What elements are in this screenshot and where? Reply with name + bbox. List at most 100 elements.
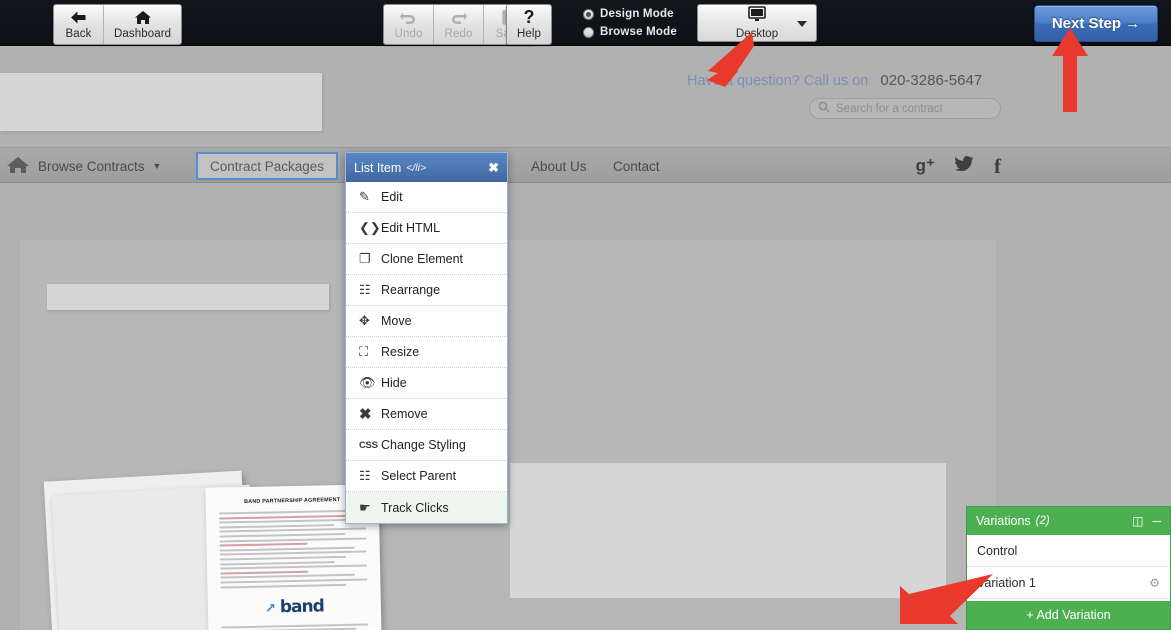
redo-button[interactable]: Redo — [434, 5, 484, 44]
css-icon: CSS — [359, 439, 378, 451]
nav-item-browse-contracts[interactable]: Browse Contracts ▼ — [38, 148, 161, 184]
design-mode-label: Design Mode — [600, 8, 674, 20]
variation-control-label: Control — [977, 543, 1018, 558]
redo-label: Redo — [444, 28, 473, 40]
menu-item-select-parent[interactable]: ☷ Select Parent — [346, 461, 507, 492]
undo-button[interactable]: Undo — [384, 5, 434, 44]
nav-item-about-us[interactable]: About Us — [531, 148, 587, 184]
close-icon[interactable]: ✖ — [488, 160, 499, 176]
popout-icon[interactable]: ◫ — [1132, 515, 1143, 527]
band-logo: ↗ band — [264, 595, 324, 617]
menu-item-remove[interactable]: ✖ Remove — [346, 399, 507, 430]
variations-count: (2) — [1035, 515, 1050, 527]
phone-question-text: Have a question? Call us on — [687, 73, 869, 89]
phone-contact-line: Have a question? Call us on 020-3286-564… — [687, 72, 982, 89]
menu-item-edit-html-label: Edit HTML — [381, 221, 441, 235]
help-label: Help — [517, 28, 542, 40]
copy-icon: ❐ — [359, 251, 371, 266]
variations-panel: Variations (2) ◫ ─ Control Variation 1 ⚙… — [966, 506, 1171, 630]
site-header: Have a question? Call us on 020-3286-564… — [0, 46, 1171, 147]
menu-item-edit[interactable]: ✎ Edit — [346, 182, 507, 213]
nav-item-contract-packages[interactable]: Contract Packages — [196, 152, 339, 180]
chevron-down-icon: ▼ — [152, 161, 162, 171]
variation-row-variation-1[interactable]: Variation 1 ⚙ — [967, 567, 1170, 599]
search-icon — [818, 100, 830, 118]
nav-item-home[interactable] — [6, 148, 30, 184]
next-step-button[interactable]: Next Step → — [1034, 5, 1158, 42]
help-button-group: ? Help — [506, 4, 553, 45]
device-selector-label: Desktop — [735, 28, 779, 40]
editor-toolbar: Back Dashboard Undo Redo Save — [0, 0, 1171, 46]
variation-row-control[interactable]: Control — [967, 535, 1170, 567]
minimize-icon[interactable]: ─ — [1152, 515, 1161, 527]
undo-label: Undo — [394, 28, 423, 40]
social-links: g⁺ f — [916, 148, 1001, 184]
menu-item-edit-label: Edit — [381, 190, 403, 204]
nav-item-contact[interactable]: Contact — [613, 148, 660, 184]
heading-placeholder-bar — [47, 284, 329, 310]
menu-item-resize-label: Resize — [381, 345, 420, 359]
menu-item-edit-html[interactable]: ❮❯ Edit HTML — [346, 213, 507, 244]
phone-number: 020-3286-5647 — [880, 72, 983, 89]
context-menu-header: List Item </li> ✖ — [346, 153, 507, 182]
facebook-icon[interactable]: f — [994, 154, 1001, 179]
gear-icon[interactable]: ⚙ — [1149, 576, 1160, 590]
menu-item-hide[interactable]: 👁 Hide — [346, 368, 507, 399]
eye-slash-icon: 👁 — [359, 375, 376, 390]
document-stack-image: BAND PARTNERSHIP AGREEMENT ↗ band — [43, 468, 384, 630]
monitor-icon — [747, 6, 767, 27]
menu-item-clone-element-label: Clone Element — [381, 252, 463, 266]
click-cursor-icon: ☛ — [359, 499, 371, 515]
swoosh-icon: ↗ — [264, 600, 276, 617]
menu-item-hide-label: Hide — [381, 376, 407, 390]
menu-item-resize[interactable]: ⛶ Resize — [346, 337, 507, 368]
dashboard-label: Dashboard — [114, 28, 172, 40]
search-placeholder: Search for a contract — [836, 102, 943, 115]
menu-item-rearrange[interactable]: ☷ Rearrange — [346, 275, 507, 306]
arrow-left-icon — [70, 8, 87, 27]
variations-title: Variations — [976, 514, 1031, 528]
menu-item-change-styling[interactable]: CSS Change Styling — [346, 430, 507, 461]
menu-item-move[interactable]: ✥ Move — [346, 306, 507, 337]
code-brackets-icon: ❮❯ — [359, 220, 381, 235]
add-variation-button[interactable]: + Add Variation — [967, 599, 1170, 629]
nav-packages-label: Contract Packages — [210, 158, 325, 174]
design-mode-radio[interactable]: Design Mode — [583, 5, 677, 23]
site-logo-placeholder — [0, 73, 322, 131]
element-context-menu: List Item </li> ✖ ✎ Edit ❮❯ Edit HTML ❐ … — [345, 152, 508, 524]
x-cross-icon: ✖ — [359, 406, 372, 423]
mode-radio-group: Design Mode Browse Mode — [583, 5, 677, 41]
menu-item-rearrange-label: Rearrange — [381, 283, 441, 297]
contract-search-box[interactable]: Search for a contract — [809, 98, 1001, 119]
undo-icon — [400, 8, 417, 27]
site-navbar: Browse Contracts ▼ Contract Packages g A… — [0, 147, 1171, 183]
radio-empty-icon — [583, 26, 594, 38]
dashboard-button[interactable]: Dashboard — [104, 5, 182, 44]
content-placeholder-block — [510, 463, 946, 598]
menu-item-remove-label: Remove — [381, 407, 428, 421]
document-title: BAND PARTNERSHIP AGREEMENT — [244, 497, 341, 506]
menu-item-track-clicks[interactable]: ☛ Track Clicks — [346, 492, 507, 523]
move-arrows-icon: ✥ — [359, 313, 370, 328]
redo-icon — [450, 8, 467, 27]
navigation-button-group: Back Dashboard — [53, 4, 183, 45]
help-button[interactable]: ? Help — [507, 5, 552, 44]
pencil-icon: ✎ — [359, 189, 370, 204]
menu-item-select-parent-label: Select Parent — [381, 469, 457, 483]
menu-item-clone-element[interactable]: ❐ Clone Element — [346, 244, 507, 275]
resize-icon: ⛶ — [359, 344, 369, 359]
menu-item-move-label: Move — [381, 314, 412, 328]
home-icon — [6, 155, 30, 178]
variations-panel-header: Variations (2) ◫ ─ — [967, 507, 1170, 535]
twitter-icon[interactable] — [954, 156, 974, 176]
browse-mode-label: Browse Mode — [600, 26, 677, 38]
back-label: Back — [65, 28, 92, 40]
context-menu-tag: </li> — [406, 161, 427, 174]
browse-mode-radio[interactable]: Browse Mode — [583, 23, 677, 41]
back-button[interactable]: Back — [54, 5, 104, 44]
home-icon — [134, 8, 152, 27]
googleplus-icon[interactable]: g⁺ — [916, 156, 935, 176]
nav-browse-label: Browse Contracts — [38, 158, 145, 174]
device-selector-dropdown[interactable]: Desktop — [697, 4, 817, 42]
rearrange-icon: ☷ — [359, 282, 371, 297]
